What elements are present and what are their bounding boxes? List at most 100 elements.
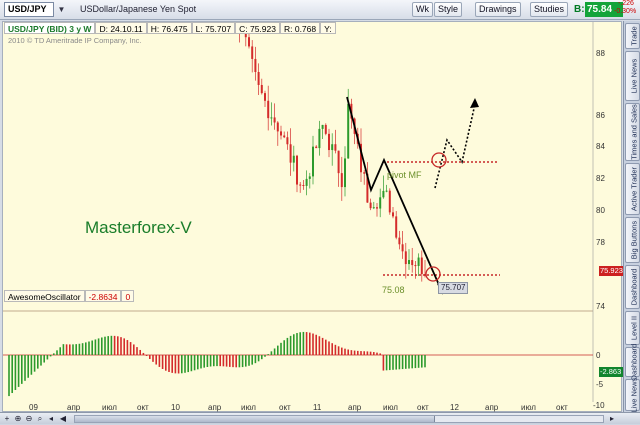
scroll-first-icon[interactable]: ◀: [58, 414, 68, 424]
bar-volume: Y:: [320, 22, 336, 34]
zoom-in-icon[interactable]: ⊕: [13, 414, 23, 424]
bar-range: R: 0.768: [279, 22, 321, 34]
candle-body: [369, 202, 372, 209]
style-button[interactable]: Style: [434, 2, 463, 17]
candle-body: [340, 173, 343, 188]
scroll-left-icon[interactable]: ◂: [46, 414, 56, 424]
time-axis-label: июл: [383, 403, 398, 412]
candle-body: [404, 251, 407, 265]
price-axis-label: 88: [596, 49, 605, 58]
time-axis-label: 12: [450, 403, 459, 412]
projection-arrow-head: [470, 98, 479, 108]
pivot-label: pivot MF: [387, 170, 422, 180]
time-axis-label: 10: [171, 403, 180, 412]
studies-button[interactable]: Studies: [530, 2, 569, 17]
bar-high: H: 76.475: [146, 22, 192, 34]
add-icon[interactable]: +: [2, 414, 12, 424]
price-chart[interactable]: USD/JPY (BID) 3 y W D: 24.10.11 H: 76.47…: [2, 21, 623, 412]
candle-body: [372, 207, 375, 209]
side-tab-live-news[interactable]: Live News: [625, 51, 640, 101]
time-axis-label: апр: [208, 403, 222, 412]
candle-body: [376, 207, 378, 209]
scrollbar-thumb[interactable]: [75, 416, 435, 422]
zoom-out-icon[interactable]: ⊖: [24, 414, 34, 424]
time-axis-label: окт: [556, 403, 568, 412]
drawings-button[interactable]: Drawings: [475, 2, 521, 17]
time-axis-label: 09: [29, 403, 38, 412]
candle-body: [334, 144, 337, 151]
chart-toolbar: USD/JPY ▼ USDollar/Japanese Yen Spot Wk …: [0, 0, 640, 20]
scroll-right-icon[interactable]: ▸: [607, 414, 617, 424]
candle-body: [260, 84, 263, 94]
oscillator-value: -2.8634: [84, 290, 122, 302]
pivot-circle: [431, 152, 447, 168]
reset-zoom-icon[interactable]: ⌕: [35, 414, 45, 424]
level-box: 75.707: [438, 282, 469, 294]
candle-body: [392, 212, 394, 217]
symbol-description: USDollar/Japanese Yen Spot: [80, 4, 197, 14]
candle-body: [299, 184, 302, 186]
candle-body: [296, 155, 298, 185]
chart-header: USD/JPY (BID) 3 y W D: 24.10.11 H: 76.47…: [4, 22, 336, 34]
candle-body: [337, 150, 340, 174]
level-label: 75.08: [382, 285, 405, 295]
candle-body: [344, 158, 346, 188]
bar-close: C: 75.923: [235, 22, 280, 34]
candle-body: [315, 146, 318, 149]
time-scrollbar[interactable]: [74, 415, 604, 423]
time-axis-label: апр: [348, 403, 362, 412]
time-axis-label: окт: [417, 403, 429, 412]
side-tab-active-trader[interactable]: Active Trader: [625, 163, 640, 215]
candle-body: [289, 144, 292, 163]
candle-body: [379, 197, 382, 209]
bar-date: D: 24.10.11: [95, 22, 147, 34]
oscillator-header: AwesomeOscillator -2.8634 0: [4, 290, 135, 302]
current-price-tag: 75.923: [599, 266, 623, 276]
candle-body: [276, 122, 279, 132]
time-axis-label: 11: [313, 403, 322, 412]
side-tab-label: Live News: [629, 58, 639, 94]
candle-body: [264, 93, 266, 101]
candle-body: [414, 265, 417, 267]
candle-body: [286, 137, 289, 145]
candle-body: [401, 244, 404, 252]
candle-body: [305, 178, 308, 186]
candle-body: [273, 117, 276, 123]
candle-body: [385, 190, 388, 192]
candle-body: [280, 131, 282, 136]
osc-axis-label: -5: [596, 380, 604, 389]
candle-body: [363, 172, 366, 174]
side-tab-times-sales[interactable]: Times and Sales: [625, 103, 640, 161]
candle-body: [395, 216, 398, 238]
price-axis-label: 84: [596, 142, 605, 151]
symbol-dropdown-icon[interactable]: ▼: [56, 3, 67, 16]
candle-body: [251, 46, 254, 59]
time-axis-label: апр: [67, 403, 81, 412]
candle-body: [318, 128, 321, 149]
time-axis-label: окт: [137, 403, 149, 412]
candle-body: [324, 124, 327, 134]
price-axis-label: 78: [596, 238, 605, 247]
candle-body: [302, 184, 305, 186]
candle-body: [328, 133, 330, 151]
candle-body: [417, 257, 420, 266]
copyright-text: 2010 © TD Ameritrade IP Company, Inc.: [8, 36, 142, 45]
symbol-input[interactable]: USD/JPY: [4, 2, 54, 17]
period-button[interactable]: Wk: [412, 2, 433, 17]
chart-title: USD/JPY (BID) 3 y W: [4, 22, 96, 34]
time-axis-label: июл: [102, 403, 117, 412]
time-axis-label: окт: [279, 403, 291, 412]
side-tab-live-news-2[interactable]: Live News: [625, 378, 640, 412]
candle-body: [382, 190, 385, 198]
candle-body: [388, 190, 391, 213]
watermark-text: Masterforex-V: [85, 218, 192, 237]
price-axis-label: 80: [596, 206, 605, 215]
candle-body: [321, 124, 324, 129]
bottom-bar: + ⊕ ⊖ ⌕ ◂ ◀ ▸: [0, 412, 640, 424]
app-window: USD/JPY ▼ USDollar/Japanese Yen Spot Wk …: [0, 0, 640, 424]
bid-label: B:: [574, 4, 585, 15]
candle-body: [292, 155, 295, 163]
candle-body: [420, 257, 423, 275]
oscillator-name[interactable]: AwesomeOscillator: [4, 290, 85, 302]
candle-body: [347, 103, 350, 159]
